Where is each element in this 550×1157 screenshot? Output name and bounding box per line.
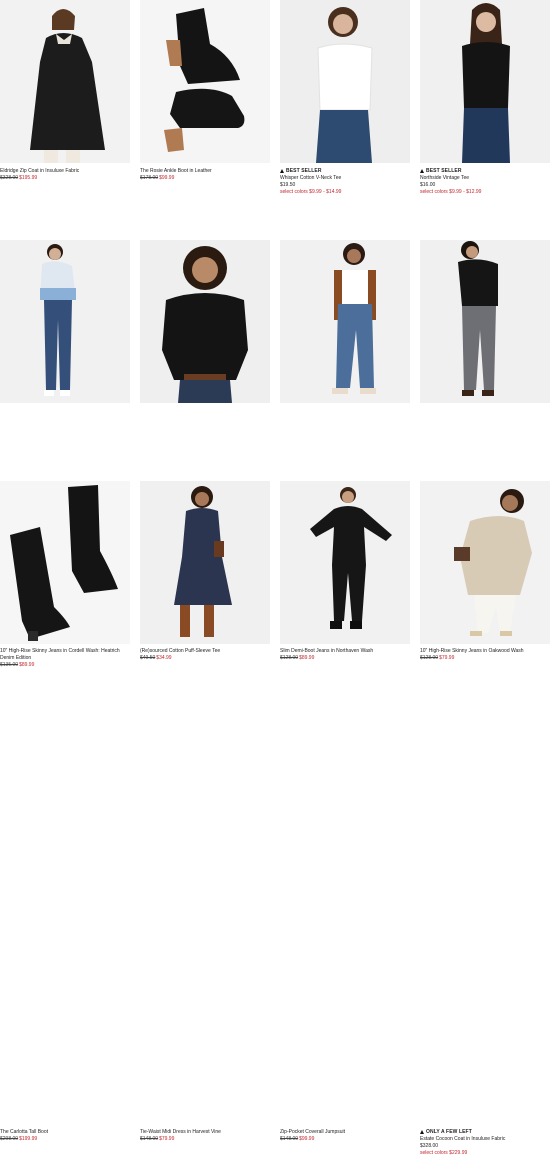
product-image[interactable] bbox=[140, 240, 270, 403]
price-row: $328.00$195.99 bbox=[0, 175, 130, 182]
midi-dress-photo-icon bbox=[140, 481, 270, 644]
product-info: BEST SELLER Northside Vintage Tee $16.00… bbox=[420, 168, 550, 196]
product-info: The Carlotta Tall Boot $298.00$199.99 bbox=[0, 1129, 130, 1143]
product-info: ONLY A FEW LEFT Estate Cocoon Coat in In… bbox=[420, 1129, 550, 1157]
product-name-link[interactable]: (Re)sourced Cotton Puff-Sleeve Tee bbox=[140, 648, 270, 655]
original-price: $328.00 bbox=[0, 175, 19, 181]
product-name-link[interactable]: Whisper Cotton V-Neck Tee bbox=[280, 175, 410, 182]
product-image[interactable] bbox=[420, 481, 550, 644]
product-price: $19.50 bbox=[280, 182, 296, 188]
tall-boot-photo-icon bbox=[0, 481, 130, 644]
product-info: Tie-Waist Midi Dress in Harvest Vine $14… bbox=[140, 1129, 270, 1143]
price-row: $148.00$99.99 bbox=[280, 1136, 410, 1143]
product-price: $16.00 bbox=[420, 182, 436, 188]
select-colors-price: select colors $9.99 - $12.99 bbox=[420, 189, 482, 195]
sale-price: $89.99 bbox=[299, 655, 315, 661]
original-price: $135.00 bbox=[0, 662, 19, 668]
price-row: $178.00$99.99 bbox=[140, 175, 270, 182]
product-info: BEST SELLER Whisper Cotton V-Neck Tee $1… bbox=[280, 168, 410, 196]
demi-boot-jeans-photo-icon bbox=[280, 240, 410, 403]
price-row: $49.50$34.99 bbox=[140, 655, 270, 662]
black-tee-photo-icon bbox=[420, 0, 550, 163]
product-name-link[interactable]: Slim Demi-Boot Jeans in Northaven Wash bbox=[280, 648, 410, 655]
product-grid: Eldridge Zip Coat in Insuluxe Fabric $32… bbox=[0, 0, 550, 1156]
sale-price: $99.99 bbox=[159, 175, 175, 181]
price-row: $298.00$199.99 bbox=[0, 1136, 130, 1143]
product-info: (Re)sourced Cotton Puff-Sleeve Tee $49.5… bbox=[140, 648, 270, 662]
product-image[interactable] bbox=[280, 481, 410, 644]
skinny-jeans-photo-icon bbox=[0, 240, 130, 403]
price-row: $128.00$89.99 bbox=[280, 655, 410, 662]
product-info: Zip-Pocket Coverall Jumpsuit $148.00$99.… bbox=[280, 1129, 410, 1143]
wool-coat-photo-icon bbox=[0, 0, 130, 163]
best-seller-badge: BEST SELLER bbox=[280, 168, 410, 175]
product-image[interactable] bbox=[140, 0, 270, 163]
product-image[interactable] bbox=[0, 240, 130, 403]
hourglass-icon bbox=[420, 1129, 424, 1134]
product-image[interactable] bbox=[0, 481, 130, 644]
grey-skinny-jeans-photo-icon bbox=[420, 240, 550, 403]
product-name-link[interactable]: Eldridge Zip Coat in Insuluxe Fabric bbox=[0, 168, 130, 175]
product-info: 10" High-Rise Skinny Jeans in Oakwood Wa… bbox=[420, 648, 550, 662]
triangle-icon bbox=[420, 168, 424, 173]
product-image[interactable] bbox=[140, 481, 270, 644]
price-row: $135.00$89.99 bbox=[0, 662, 130, 669]
puff-sleeve-tee-photo-icon bbox=[140, 240, 270, 403]
original-price: $148.00 bbox=[280, 1136, 299, 1142]
product-info: 10" High-Rise Skinny Jeans in Cordell Wa… bbox=[0, 648, 130, 669]
price-row: $148.00$79.99 bbox=[140, 1136, 270, 1143]
sale-price: $79.99 bbox=[159, 1136, 175, 1142]
original-price: $178.00 bbox=[140, 175, 159, 181]
sale-price: $195.99 bbox=[19, 175, 38, 181]
product-image[interactable] bbox=[280, 240, 410, 403]
product-price: $328.00 bbox=[420, 1143, 439, 1149]
low-stock-badge: ONLY A FEW LEFT bbox=[420, 1129, 550, 1136]
select-colors-price: select colors $229.99 bbox=[420, 1150, 468, 1156]
original-price: $298.00 bbox=[0, 1136, 19, 1142]
product-info: The Rosie Ankle Boot in Leather $178.00$… bbox=[140, 168, 270, 182]
product-image[interactable] bbox=[280, 0, 410, 163]
product-image[interactable] bbox=[420, 0, 550, 163]
sale-price: $79.99 bbox=[439, 655, 455, 661]
original-price: $128.00 bbox=[280, 655, 299, 661]
product-name-link[interactable]: Northside Vintage Tee bbox=[420, 175, 550, 182]
product-name-link[interactable]: Tie-Waist Midi Dress in Harvest Vine bbox=[140, 1129, 270, 1136]
white-tee-photo-icon bbox=[280, 0, 410, 163]
product-name-link[interactable]: 10" High-Rise Skinny Jeans in Oakwood Wa… bbox=[420, 648, 550, 655]
ankle-boot-photo-icon bbox=[140, 0, 270, 163]
product-image[interactable] bbox=[420, 240, 550, 403]
cocoon-coat-photo-icon bbox=[420, 481, 550, 644]
product-name-link[interactable]: Zip-Pocket Coverall Jumpsuit bbox=[280, 1129, 410, 1136]
sale-price: $199.99 bbox=[19, 1136, 38, 1142]
original-price: $128.00 bbox=[420, 655, 439, 661]
price-row: $328.00 bbox=[420, 1143, 550, 1150]
product-image[interactable] bbox=[0, 0, 130, 163]
jumpsuit-photo-icon bbox=[280, 481, 410, 644]
sale-price: $89.99 bbox=[19, 662, 35, 668]
product-name-link[interactable]: The Rosie Ankle Boot in Leather bbox=[140, 168, 270, 175]
product-name-link[interactable]: 10" High-Rise Skinny Jeans in Cordell Wa… bbox=[0, 648, 130, 662]
price-row: $128.00$79.99 bbox=[420, 655, 550, 662]
price-row: $19.50 bbox=[280, 182, 410, 189]
product-info: Slim Demi-Boot Jeans in Northaven Wash $… bbox=[280, 648, 410, 662]
sale-price: $99.99 bbox=[299, 1136, 315, 1142]
best-seller-badge: BEST SELLER bbox=[420, 168, 550, 175]
original-price: $49.50 bbox=[140, 655, 156, 661]
triangle-icon bbox=[280, 168, 284, 173]
select-colors-price: select colors $9.99 - $14.99 bbox=[280, 189, 342, 195]
original-price: $148.00 bbox=[140, 1136, 159, 1142]
product-name-link[interactable]: Estate Cocoon Coat in Insuluxe Fabric bbox=[420, 1136, 550, 1143]
price-row: $16.00 bbox=[420, 182, 550, 189]
sale-price: $34.99 bbox=[156, 655, 172, 661]
product-info: Eldridge Zip Coat in Insuluxe Fabric $32… bbox=[0, 168, 130, 182]
product-name-link[interactable]: The Carlotta Tall Boot bbox=[0, 1129, 130, 1136]
